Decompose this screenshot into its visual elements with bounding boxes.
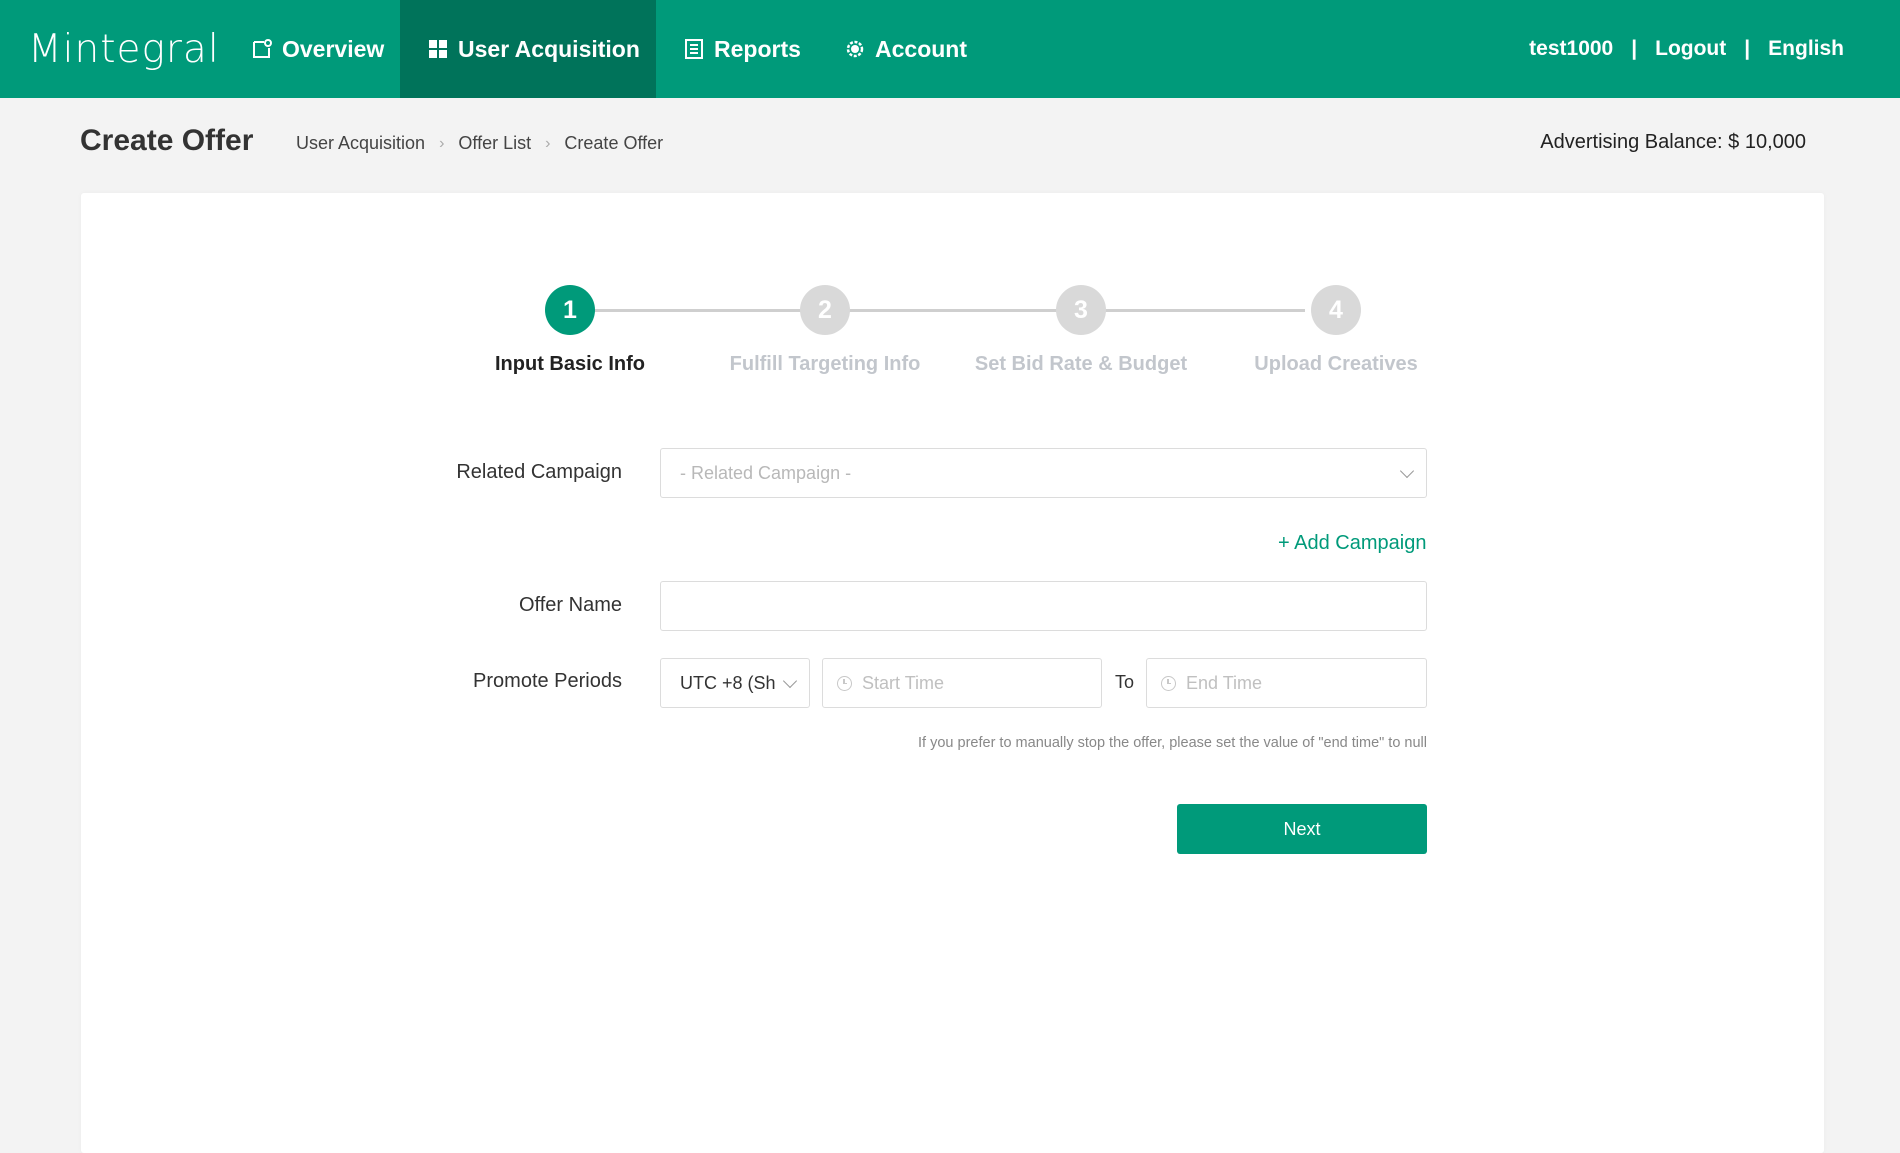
start-time-placeholder: Start Time	[862, 672, 945, 693]
page-title: Create Offer	[80, 124, 254, 157]
user-links: test1000 | Logout | English	[1529, 0, 1844, 98]
language-link[interactable]: English	[1768, 37, 1844, 61]
nav-user-acquisition-label: User Acquisition	[458, 35, 640, 62]
offer-name-input[interactable]	[660, 581, 1427, 631]
end-time-picker[interactable]: End Time	[1146, 658, 1427, 708]
top-nav-bar: Mintegral Overview User Acquisition Repo…	[0, 0, 1900, 98]
logo-text: Mintegral	[28, 26, 220, 72]
step-2-circle: 2	[800, 285, 850, 335]
step-4-circle: 4	[1311, 285, 1361, 335]
add-campaign-link[interactable]: + Add Campaign	[1278, 532, 1426, 555]
start-time-picker[interactable]: Start Time	[822, 658, 1102, 708]
nav-user-acquisition[interactable]: User Acquisition	[400, 0, 656, 98]
timezone-select[interactable]: UTC +8 (Sh	[660, 658, 810, 708]
report-icon	[682, 37, 706, 61]
step-1-circle: 1	[545, 285, 595, 335]
step-connector	[545, 309, 1305, 312]
step-3-label: Set Bid Rate & Budget	[974, 353, 1188, 375]
breadcrumb-chevron-icon: ›	[545, 134, 551, 152]
to-label: To	[1115, 672, 1135, 692]
step-4-label: Upload Creatives	[1254, 353, 1418, 375]
breadcrumb-offer-list[interactable]: Offer List	[458, 133, 531, 154]
nav-overview-label: Overview	[282, 35, 385, 62]
mintegral-logo[interactable]: Mintegral	[28, 26, 220, 72]
nav-reports-label: Reports	[714, 35, 801, 62]
separator: |	[1744, 37, 1751, 60]
separator: |	[1631, 37, 1638, 60]
breadcrumb: User Acquisition › Offer List › Create O…	[296, 133, 663, 154]
username-link[interactable]: test1000	[1529, 37, 1613, 61]
grid-icon	[426, 37, 450, 61]
breadcrumb-create-offer: Create Offer	[564, 133, 664, 153]
nav-account[interactable]: Account	[843, 0, 967, 98]
promote-periods-label: Promote Periods	[473, 670, 622, 692]
logout-link[interactable]: Logout	[1655, 37, 1726, 61]
step-1-label: Input Basic Info	[495, 353, 645, 375]
related-campaign-placeholder: - Related Campaign -	[680, 462, 852, 483]
next-button[interactable]: Next	[1177, 804, 1427, 854]
timezone-value: UTC +8 (Sh	[680, 672, 776, 693]
create-offer-card: 1 2 3 4 Input Basic Info Fulfill Targeti…	[81, 193, 1824, 1153]
step-3-circle: 3	[1056, 285, 1106, 335]
breadcrumb-user-acquisition[interactable]: User Acquisition	[296, 133, 425, 154]
offer-name-label: Offer Name	[519, 594, 622, 616]
end-time-hint: If you prefer to manually stop the offer…	[918, 735, 1427, 751]
nav-account-label: Account	[875, 35, 967, 62]
related-campaign-select[interactable]: - Related Campaign -	[660, 448, 1427, 498]
clock-icon	[1161, 675, 1176, 691]
step-indicator: 1 2 3 4 Input Basic Info Fulfill Targeti…	[81, 193, 1824, 393]
advertising-balance: Advertising Balance: $ 10,000	[1540, 131, 1806, 153]
nav-overview[interactable]: Overview	[246, 0, 388, 98]
end-time-placeholder: End Time	[1186, 672, 1263, 693]
nav-reports[interactable]: Reports	[682, 0, 801, 98]
chevron-down-icon	[782, 673, 798, 689]
breadcrumb-chevron-icon: ›	[439, 134, 445, 152]
gear-icon	[843, 37, 867, 61]
step-2-label: Fulfill Targeting Info	[729, 353, 921, 375]
chevron-down-icon	[1399, 463, 1415, 479]
clock-icon	[837, 675, 852, 691]
overview-icon	[250, 37, 274, 61]
related-campaign-label: Related Campaign	[456, 461, 622, 483]
